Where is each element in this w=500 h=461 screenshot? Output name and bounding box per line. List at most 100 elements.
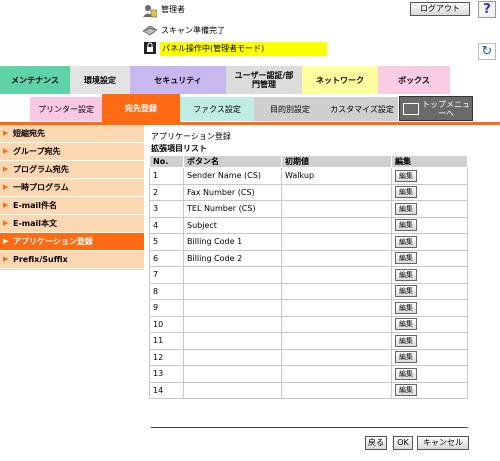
edit-button[interactable]: 編集: [395, 219, 417, 232]
row-edit-cell: 編集: [391, 381, 468, 399]
tab-user-auth[interactable]: ユーザー認証/部門管理: [226, 66, 302, 94]
cancel-button[interactable]: キャンセル: [417, 436, 469, 450]
arrow-icon: ▶: [3, 129, 9, 137]
row-button-name: [183, 266, 282, 284]
edit-button[interactable]: 編集: [395, 252, 417, 265]
row-button-name: [183, 348, 282, 366]
table-row: 14 編集: [149, 381, 468, 399]
table-row: 9 編集: [149, 299, 468, 317]
tab-security[interactable]: セキュリティ: [130, 66, 226, 94]
sidebar-item-program[interactable]: ▶ プログラム宛先: [0, 161, 144, 179]
row-initial-value: [281, 365, 392, 383]
row-initial-value: [281, 216, 392, 234]
row-button-name: TEL Number (CS): [183, 200, 282, 218]
tab-box[interactable]: ボックス: [378, 66, 450, 94]
tab-purpose-settings[interactable]: 目的別設定: [254, 97, 326, 121]
column-header-edit: 編集: [391, 155, 468, 168]
sub-tab-label: 宛先登録: [125, 104, 157, 113]
sidebar-item-label: E-mail件名: [13, 201, 58, 210]
tab-label: メンテナンス: [11, 75, 59, 85]
tab-environment[interactable]: 環境設定: [70, 66, 130, 94]
row-initial-value: Walkup: [281, 167, 392, 185]
table-row: 6 Billing Code 2 編集: [149, 249, 468, 267]
row-initial-value: [281, 332, 392, 350]
tab-address-registration[interactable]: 宛先登録: [102, 94, 180, 123]
tab-fax-settings[interactable]: ファクス設定: [180, 97, 254, 121]
table-row: 4 Subject 編集: [149, 216, 468, 234]
edit-button[interactable]: 編集: [395, 367, 417, 380]
help-icon[interactable]: ?: [478, 1, 496, 18]
section-title: 拡張項目リスト: [151, 144, 207, 153]
table-row: 11 編集: [149, 332, 468, 350]
sidebar-item-application[interactable]: ▶ アプリケーション登録: [0, 233, 144, 251]
sidebar-item-prefix-suffix[interactable]: ▶ Prefix/Suffix: [0, 251, 144, 269]
scanner-icon: [143, 25, 157, 36]
sidebar-item-label: 一時プログラム: [13, 183, 69, 192]
edit-button[interactable]: 編集: [395, 235, 417, 248]
tab-customize-settings[interactable]: カスタマイズ設定: [326, 97, 398, 121]
arrow-icon: ▶: [3, 255, 9, 263]
logout-button[interactable]: ログアウト: [410, 2, 470, 16]
edit-button[interactable]: 編集: [395, 334, 417, 347]
row-edit-cell: 編集: [391, 266, 468, 284]
table-row: 1 Sender Name (CS) Walkup 編集: [149, 167, 468, 185]
arrow-icon: ▶: [3, 219, 9, 227]
edit-button[interactable]: 編集: [395, 318, 417, 331]
arrow-icon: ▶: [3, 165, 9, 173]
arrow-icon: ▶: [3, 183, 9, 191]
row-initial-value: [281, 249, 392, 267]
edit-button[interactable]: 編集: [395, 351, 417, 364]
row-initial-value: [281, 381, 392, 399]
edit-button[interactable]: 編集: [395, 202, 417, 215]
ok-button[interactable]: OK: [393, 436, 413, 450]
row-number: 3: [149, 200, 184, 218]
arrow-icon: ▶: [3, 201, 9, 209]
edit-button[interactable]: 編集: [395, 384, 417, 397]
row-initial-value: [281, 315, 392, 333]
table-row: 5 Billing Code 1 編集: [149, 233, 468, 251]
sidebar-item-speed-dial[interactable]: ▶ 短縮宛先: [0, 125, 144, 143]
edit-button[interactable]: 編集: [395, 169, 417, 182]
row-edit-cell: 編集: [391, 216, 468, 234]
tab-label: ユーザー認証/部門管理: [234, 71, 294, 89]
row-number: 14: [149, 381, 184, 399]
row-initial-value: [281, 233, 392, 251]
sub-tab-label: ファクス設定: [193, 104, 241, 114]
column-header-no: No.: [149, 155, 184, 168]
edit-button[interactable]: 編集: [395, 268, 417, 281]
table-row: 3 TEL Number (CS) 編集: [149, 200, 468, 218]
tab-maintenance[interactable]: メンテナンス: [0, 66, 70, 94]
tab-network[interactable]: ネットワーク: [302, 66, 378, 94]
scan-status: スキャン準備完了: [161, 26, 225, 35]
edit-button[interactable]: 編集: [395, 301, 417, 314]
top-menu-button[interactable]: トップメニューへ: [399, 96, 473, 121]
row-button-name: Billing Code 1: [183, 233, 282, 251]
row-initial-value: [281, 183, 392, 201]
row-edit-cell: 編集: [391, 365, 468, 383]
table-row: 13 編集: [149, 365, 468, 383]
sidebar-item-group[interactable]: ▶ グループ宛先: [0, 143, 144, 161]
back-button[interactable]: 戻る: [365, 436, 387, 450]
row-edit-cell: 編集: [391, 348, 468, 366]
tab-printer-settings[interactable]: プリンター設定: [30, 97, 102, 121]
row-number: 9: [149, 299, 184, 317]
tab-label: ボックス: [398, 75, 430, 85]
row-number: 7: [149, 266, 184, 284]
edit-button[interactable]: 編集: [395, 285, 417, 298]
sidebar-item-label: Prefix/Suffix: [13, 255, 68, 264]
edit-button[interactable]: 編集: [395, 186, 417, 199]
refresh-icon[interactable]: ↻: [478, 43, 496, 60]
sidebar-item-email-subject[interactable]: ▶ E-mail件名: [0, 197, 144, 215]
sidebar-item-temp-program[interactable]: ▶ 一時プログラム: [0, 179, 144, 197]
row-button-name: Subject: [183, 216, 282, 234]
table-header-row: No. ボタン名 初期値 編集: [149, 155, 468, 168]
row-edit-cell: 編集: [391, 299, 468, 317]
row-number: 8: [149, 282, 184, 300]
table-row: 7 編集: [149, 266, 468, 284]
row-edit-cell: 編集: [391, 233, 468, 251]
table-row: 2 Fax Number (CS) 編集: [149, 183, 468, 201]
table-row: 12 編集: [149, 348, 468, 366]
row-number: 2: [149, 183, 184, 201]
row-initial-value: [281, 200, 392, 218]
sidebar-item-email-body[interactable]: ▶ E-mail本文: [0, 215, 144, 233]
